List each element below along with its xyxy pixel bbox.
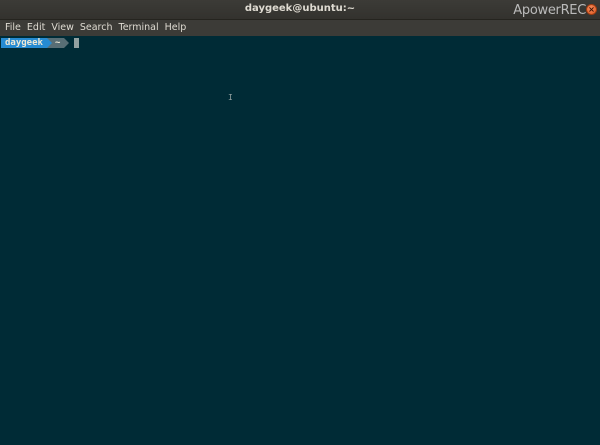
text-cursor bbox=[74, 38, 80, 48]
menu-search[interactable]: Search bbox=[77, 20, 116, 36]
shell-prompt: daygeek ~ bbox=[1, 38, 80, 48]
menu-view[interactable]: View bbox=[48, 20, 77, 36]
title-bar[interactable]: daygeek@ubuntu:~ ApowerREC × bbox=[0, 0, 600, 20]
prompt-directory: ~ bbox=[51, 38, 65, 48]
menu-file[interactable]: File bbox=[2, 20, 24, 36]
menu-terminal[interactable]: Terminal bbox=[116, 20, 162, 36]
prompt-user: daygeek bbox=[1, 38, 47, 48]
recorder-watermark: ApowerREC bbox=[513, 3, 586, 18]
terminal-window: daygeek@ubuntu:~ ApowerREC × File Edit V… bbox=[0, 0, 600, 445]
terminal-area[interactable]: daygeek ~ I bbox=[0, 36, 600, 445]
window-title: daygeek@ubuntu:~ bbox=[244, 3, 356, 14]
close-button[interactable]: × bbox=[586, 4, 597, 15]
menu-edit[interactable]: Edit bbox=[24, 20, 48, 36]
prompt-separator-icon bbox=[64, 38, 70, 48]
mouse-ibeam-icon: I bbox=[228, 93, 233, 102]
menu-help[interactable]: Help bbox=[162, 20, 190, 36]
menu-bar: File Edit View Search Terminal Help bbox=[0, 20, 600, 36]
